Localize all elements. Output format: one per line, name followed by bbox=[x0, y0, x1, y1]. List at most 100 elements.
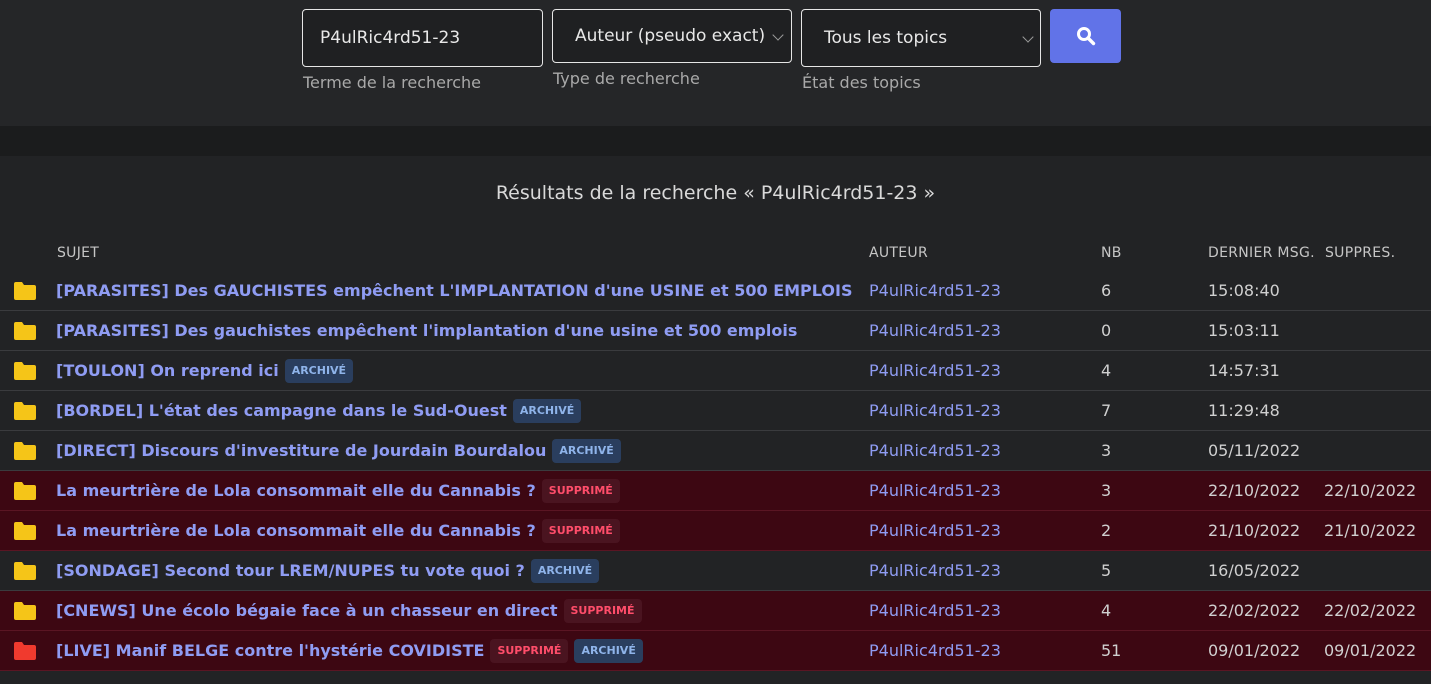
search-term-value: P4ulRic4rd51-23 bbox=[320, 28, 461, 48]
folder-icon bbox=[14, 602, 36, 620]
search-term-caption: Terme de la recherche bbox=[303, 73, 481, 92]
search-button[interactable] bbox=[1050, 9, 1121, 63]
table-row: [DIRECT] Discours d'investiture de Jourd… bbox=[0, 431, 1431, 471]
archived-badge: ARCHIVÉ bbox=[552, 439, 621, 463]
folder-icon bbox=[14, 362, 36, 380]
topic-subject: [BORDEL] L'état des campagne dans le Sud… bbox=[56, 391, 582, 431]
archived-badge: ARCHIVÉ bbox=[574, 639, 643, 663]
message-count: 3 bbox=[1101, 481, 1112, 500]
topic-subject: [TOULON] On reprend ici ARCHIVÉ bbox=[56, 351, 354, 391]
message-count: 4 bbox=[1101, 361, 1112, 380]
last-message-date: 05/11/2022 bbox=[1208, 441, 1301, 460]
deletion-date: 09/01/2022 bbox=[1324, 641, 1417, 660]
topic-link[interactable]: [LIVE] Manif BELGE contre l'hystérie COV… bbox=[56, 631, 484, 671]
folder-icon bbox=[14, 482, 36, 500]
deleted-badge: SUPPRIMÉ bbox=[563, 599, 642, 623]
topic-link[interactable]: [DIRECT] Discours d'investiture de Jourd… bbox=[56, 431, 546, 471]
header-author: AUTEUR bbox=[869, 245, 928, 261]
last-message-date: 15:08:40 bbox=[1208, 281, 1280, 300]
table-row: [CNEWS] Une écolo bégaie face à un chass… bbox=[0, 591, 1431, 631]
topic-subject: La meurtrière de Lola consommait elle du… bbox=[56, 471, 620, 511]
author-link[interactable]: P4ulRic4rd51-23 bbox=[869, 551, 1001, 591]
deleted-badge: SUPPRIMÉ bbox=[490, 639, 569, 663]
message-count: 51 bbox=[1101, 641, 1122, 660]
table-row: [LIVE] Manif BELGE contre l'hystérie COV… bbox=[0, 631, 1431, 671]
last-message-date: 14:57:31 bbox=[1208, 361, 1280, 380]
topic-state-caption: État des topics bbox=[802, 73, 921, 92]
author-link[interactable]: P4ulRic4rd51-23 bbox=[869, 271, 1001, 311]
table-row: [BORDEL] L'état des campagne dans le Sud… bbox=[0, 391, 1431, 431]
topic-link[interactable]: La meurtrière de Lola consommait elle du… bbox=[56, 471, 536, 511]
separator bbox=[0, 126, 1431, 156]
folder-icon bbox=[14, 282, 36, 300]
table-row: [SONDAGE] Second tour LREM/NUPES tu vote… bbox=[0, 551, 1431, 591]
chevron-down-icon bbox=[772, 29, 784, 41]
search-icon bbox=[1076, 27, 1095, 46]
header-last-message: DERNIER MSG. bbox=[1208, 245, 1315, 261]
author-link[interactable]: P4ulRic4rd51-23 bbox=[869, 391, 1001, 431]
archived-badge: ARCHIVÉ bbox=[512, 399, 582, 423]
header-deleted: SUPPRES. bbox=[1325, 245, 1396, 261]
topic-link[interactable]: [CNEWS] Une écolo bégaie face à un chass… bbox=[56, 591, 558, 631]
topic-link[interactable]: La meurtrière de Lola consommait elle du… bbox=[56, 511, 536, 551]
message-count: 2 bbox=[1101, 521, 1112, 540]
topic-subject: [DIRECT] Discours d'investiture de Jourd… bbox=[56, 431, 621, 471]
table-row: [PARASITES] Des gauchistes empêchent l'i… bbox=[0, 311, 1431, 351]
topic-subject: [PARASITES] Des gauchistes empêchent l'i… bbox=[56, 311, 797, 351]
table-row: La meurtrière de Lola consommait elle du… bbox=[0, 511, 1431, 551]
message-count: 0 bbox=[1101, 321, 1112, 340]
folder-icon bbox=[14, 562, 36, 580]
header-nb: NB bbox=[1101, 245, 1122, 261]
folder-icon bbox=[14, 402, 36, 420]
search-term-input[interactable]: P4ulRic4rd51-23 bbox=[302, 9, 543, 67]
topic-subject: La meurtrière de Lola consommait elle du… bbox=[56, 511, 620, 551]
author-link[interactable]: P4ulRic4rd51-23 bbox=[869, 431, 1001, 471]
last-message-date: 22/10/2022 bbox=[1208, 481, 1301, 500]
topic-subject: [LIVE] Manif BELGE contre l'hystérie COV… bbox=[56, 631, 643, 671]
table-row: La meurtrière de Lola consommait elle du… bbox=[0, 471, 1431, 511]
search-type-select[interactable]: Auteur (pseudo exact) bbox=[552, 9, 792, 63]
search-type-value: Auteur (pseudo exact) bbox=[575, 26, 766, 46]
deletion-date: 21/10/2022 bbox=[1324, 521, 1417, 540]
last-message-date: 21/10/2022 bbox=[1208, 521, 1301, 540]
author-link[interactable]: P4ulRic4rd51-23 bbox=[869, 471, 1001, 511]
deleted-badge: SUPPRIMÉ bbox=[541, 479, 620, 503]
deletion-date: 22/10/2022 bbox=[1324, 481, 1417, 500]
header-subject: SUJET bbox=[57, 245, 100, 261]
last-message-date: 15:03:11 bbox=[1208, 321, 1280, 340]
results-table: [PARASITES] Des GAUCHISTES empêchent L'I… bbox=[0, 271, 1431, 671]
author-link[interactable]: P4ulRic4rd51-23 bbox=[869, 591, 1001, 631]
author-link[interactable]: P4ulRic4rd51-23 bbox=[869, 311, 1001, 351]
last-message-date: 11:29:48 bbox=[1208, 401, 1280, 420]
deleted-badge: SUPPRIMÉ bbox=[541, 519, 620, 543]
archived-badge: ARCHIVÉ bbox=[530, 559, 600, 583]
topic-link[interactable]: [SONDAGE] Second tour LREM/NUPES tu vote… bbox=[56, 551, 525, 591]
topic-link[interactable]: [PARASITES] Des GAUCHISTES empêchent L'I… bbox=[56, 271, 852, 311]
table-header: SUJET AUTEUR NB DERNIER MSG. SUPPRES. bbox=[0, 245, 1431, 265]
topic-subject: [CNEWS] Une écolo bégaie face à un chass… bbox=[56, 591, 642, 631]
message-count: 4 bbox=[1101, 601, 1112, 620]
author-link[interactable]: P4ulRic4rd51-23 bbox=[869, 351, 1001, 391]
topic-state-select[interactable]: Tous les topics bbox=[801, 9, 1041, 67]
topic-link[interactable]: [TOULON] On reprend ici bbox=[56, 351, 279, 391]
message-count: 3 bbox=[1101, 441, 1112, 460]
author-link[interactable]: P4ulRic4rd51-23 bbox=[869, 511, 1001, 551]
folder-icon bbox=[14, 522, 36, 540]
last-message-date: 09/01/2022 bbox=[1208, 641, 1301, 660]
message-count: 5 bbox=[1101, 561, 1112, 580]
chevron-down-icon bbox=[1022, 31, 1034, 43]
archived-badge: ARCHIVÉ bbox=[284, 359, 354, 383]
search-type-caption: Type de recherche bbox=[553, 69, 700, 88]
results-title: Résultats de la recherche « P4ulRic4rd51… bbox=[495, 182, 936, 204]
message-count: 6 bbox=[1101, 281, 1112, 300]
last-message-date: 16/05/2022 bbox=[1208, 561, 1301, 580]
topic-subject: [PARASITES] Des GAUCHISTES empêchent L'I… bbox=[56, 271, 852, 311]
topic-state-value: Tous les topics bbox=[824, 28, 948, 48]
folder-icon bbox=[14, 642, 36, 660]
topic-link[interactable]: [PARASITES] Des gauchistes empêchent l'i… bbox=[56, 311, 797, 351]
deletion-date: 22/02/2022 bbox=[1324, 601, 1417, 620]
folder-icon bbox=[14, 322, 36, 340]
folder-icon bbox=[14, 442, 36, 460]
topic-link[interactable]: [BORDEL] L'état des campagne dans le Sud… bbox=[56, 391, 507, 431]
author-link[interactable]: P4ulRic4rd51-23 bbox=[869, 631, 1001, 671]
